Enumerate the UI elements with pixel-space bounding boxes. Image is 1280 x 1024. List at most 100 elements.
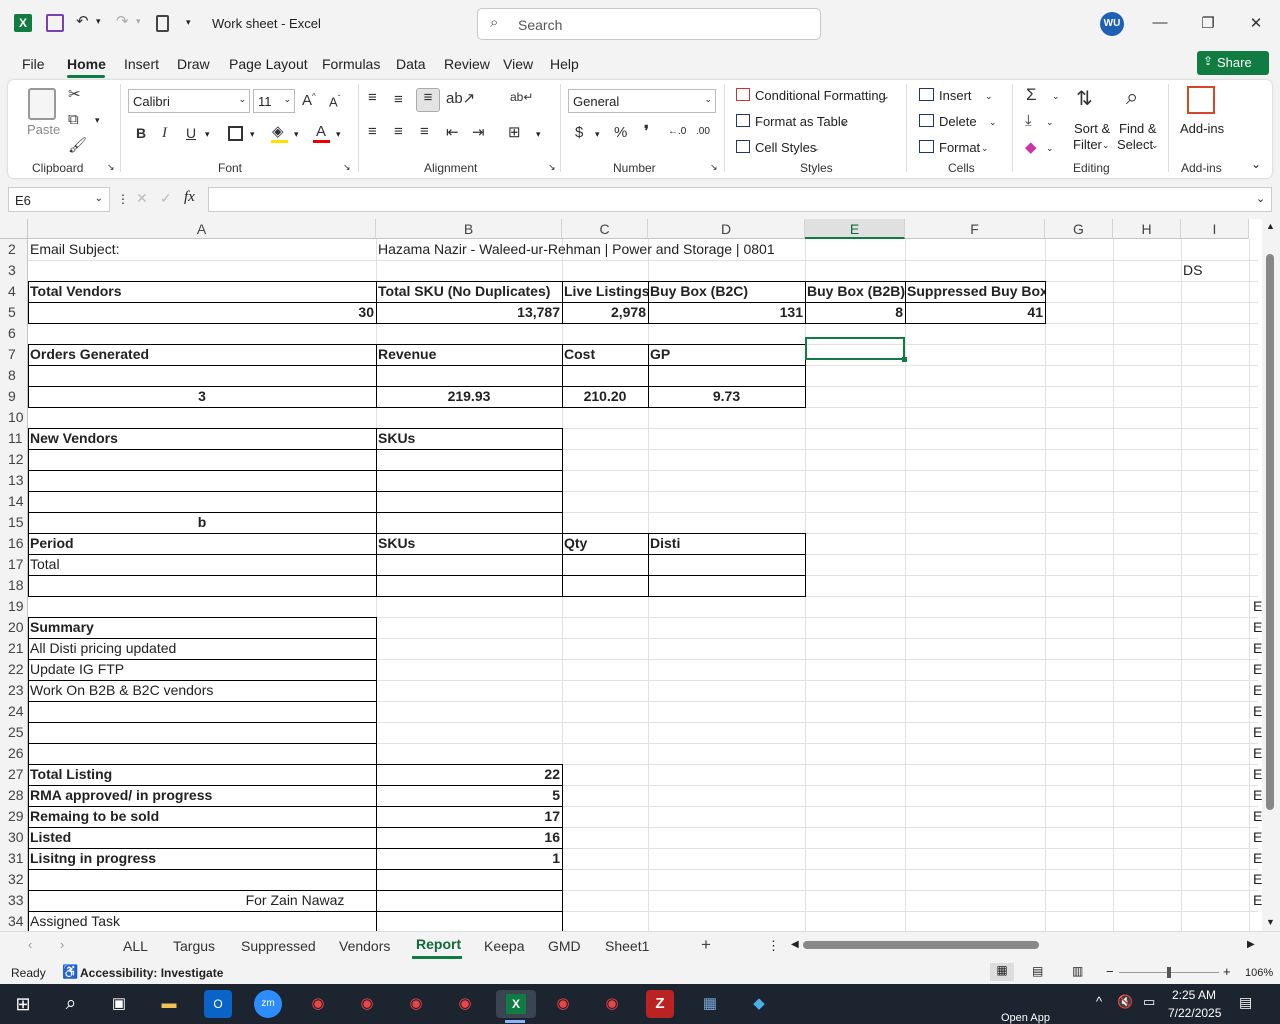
cell-C9[interactable]: 210.20: [562, 386, 648, 407]
number-format-select[interactable]: General ⌄: [568, 89, 716, 113]
row-header-11[interactable]: 11: [0, 428, 28, 449]
menu-formulas[interactable]: Formulas: [322, 56, 380, 72]
underline-icon[interactable]: U: [186, 125, 196, 141]
cell-J25-overflow[interactable]: E: [1251, 722, 1262, 743]
minimize-icon[interactable]: —: [1150, 14, 1170, 34]
orientation-icon[interactable]: ab↗: [446, 89, 475, 107]
cell-J30-overflow[interactable]: E: [1251, 827, 1262, 848]
undo-icon[interactable]: ↶: [76, 12, 89, 30]
windows-start-icon[interactable]: ⊞: [8, 990, 38, 1018]
menu-review[interactable]: Review: [444, 56, 490, 72]
row-header-30[interactable]: 30: [0, 827, 28, 848]
menu-insert[interactable]: Insert: [124, 56, 159, 72]
formula-input[interactable]: [208, 187, 1272, 212]
cell-A16[interactable]: Period: [28, 533, 376, 554]
merge-dropdown-icon[interactable]: ▾: [536, 129, 541, 140]
cell-E5[interactable]: 8: [805, 302, 905, 323]
row-header-9[interactable]: 9: [0, 386, 28, 407]
add-sheet-icon[interactable]: +: [701, 935, 711, 955]
cell-A17[interactable]: Total: [28, 554, 376, 575]
delete-cells-icon[interactable]: [919, 114, 934, 127]
cell-A22[interactable]: Update IG FTP: [28, 659, 376, 680]
column-header-A[interactable]: A: [28, 219, 376, 239]
sheet-tab-targus[interactable]: Targus: [173, 938, 215, 954]
cell-styles-button[interactable]: Cell Styles: [755, 140, 816, 155]
menu-view[interactable]: View: [503, 56, 533, 72]
cell-B4[interactable]: Total SKU (No Duplicates): [376, 281, 562, 302]
normal-view-icon[interactable]: ▦: [990, 963, 1014, 981]
column-header-I[interactable]: I: [1181, 219, 1249, 239]
cell-B16[interactable]: SKUs: [376, 533, 562, 554]
formula-bar-options-icon[interactable]: ⋮: [117, 192, 129, 206]
volume-muted-icon[interactable]: 🔇: [1117, 994, 1133, 1010]
spreadsheet-grid[interactable]: ABCDEFGHI 2 3 4 5 6 7 8 9 10 11 12 13 14 15 16 17 18 19 20…: [0, 219, 1262, 931]
cell-C16[interactable]: Qty: [562, 533, 648, 554]
cell-J20-overflow[interactable]: E: [1251, 617, 1262, 638]
cell-I3[interactable]: DS: [1181, 260, 1249, 281]
row-header-7[interactable]: 7: [0, 344, 28, 365]
cell-B7[interactable]: Revenue: [376, 344, 562, 365]
menu-help[interactable]: Help: [550, 56, 579, 72]
row-header-10[interactable]: 10: [0, 407, 28, 428]
add-ins-button[interactable]: Add-ins: [1180, 121, 1224, 136]
chrome-icon-5[interactable]: ◉: [548, 990, 578, 1018]
cell-A28[interactable]: RMA approved/ in progress: [28, 785, 376, 806]
paste-button-label[interactable]: Paste: [27, 122, 60, 137]
cell-A4[interactable]: Total Vendors: [28, 281, 376, 302]
menu-data[interactable]: Data: [396, 56, 426, 72]
scroll-left-icon[interactable]: ◀: [791, 939, 799, 950]
row-header-16[interactable]: 16: [0, 533, 28, 554]
cell-D9[interactable]: 9.73: [648, 386, 805, 407]
cell-B28[interactable]: 5: [376, 785, 562, 806]
zoom-out-icon[interactable]: −: [1106, 964, 1114, 979]
page-break-view-icon[interactable]: ▥: [1072, 964, 1083, 978]
row-header-31[interactable]: 31: [0, 848, 28, 869]
underline-dropdown-icon[interactable]: ▾: [205, 129, 210, 140]
number-launcher-icon[interactable]: ↘: [710, 162, 718, 173]
row-header-26[interactable]: 26: [0, 743, 28, 764]
sort-filter-icon[interactable]: ⇅: [1076, 86, 1093, 111]
find-select-label-line1[interactable]: Find &: [1119, 121, 1157, 136]
fill-dropdown-icon[interactable]: ⌄: [1046, 117, 1054, 128]
scroll-up-icon[interactable]: ▲: [1266, 221, 1275, 231]
borders-icon[interactable]: [228, 126, 243, 141]
sheet-tab-vendors[interactable]: Vendors: [339, 938, 390, 954]
cell-A33[interactable]: For Zain Nawaz: [28, 890, 562, 911]
expand-formula-bar-icon[interactable]: ⌄: [1256, 192, 1265, 205]
cell-C7[interactable]: Cost: [562, 344, 648, 365]
cell-A2[interactable]: Email Subject:: [28, 239, 376, 260]
delete-cells-button[interactable]: Delete: [939, 114, 977, 129]
cell-J27-overflow[interactable]: E: [1251, 764, 1262, 785]
fill-handle[interactable]: [902, 357, 907, 362]
align-center-icon[interactable]: ≡: [394, 123, 403, 140]
zoom-app-icon[interactable]: zm: [254, 990, 282, 1018]
font-color-dropdown-icon[interactable]: ▾: [336, 129, 341, 140]
selected-cell-E6[interactable]: [805, 337, 905, 360]
outlook-icon[interactable]: O: [204, 990, 232, 1018]
format-painter-icon[interactable]: 🖌: [68, 136, 87, 154]
format-as-table-button[interactable]: Format as Table: [755, 114, 848, 129]
row-header-8[interactable]: 8: [0, 365, 28, 386]
format-cells-button[interactable]: Format: [939, 140, 980, 155]
column-header-C[interactable]: C: [562, 219, 648, 239]
row-header-17[interactable]: 17: [0, 554, 28, 575]
cell-A15[interactable]: b: [28, 512, 376, 533]
column-header-H[interactable]: H: [1113, 219, 1181, 239]
insert-cells-icon[interactable]: [919, 88, 934, 101]
percent-icon[interactable]: %: [614, 124, 627, 141]
row-header-2[interactable]: 2: [0, 239, 28, 260]
row-header-22[interactable]: 22: [0, 659, 28, 680]
row-header-5[interactable]: 5: [0, 302, 28, 323]
autosum-dropdown-icon[interactable]: ⌄: [1052, 91, 1060, 102]
bold-icon[interactable]: B: [136, 125, 146, 141]
row-header-12[interactable]: 12: [0, 449, 28, 470]
cell-B27[interactable]: 22: [376, 764, 562, 785]
name-box[interactable]: E6 ⌄: [8, 187, 110, 212]
row-header-20[interactable]: 20: [0, 617, 28, 638]
cell-B29[interactable]: 17: [376, 806, 562, 827]
cell-styles-icon[interactable]: [736, 140, 750, 153]
font-size-select[interactable]: 11 ⌄: [253, 89, 295, 113]
cut-icon[interactable]: ✂: [68, 85, 81, 103]
file-explorer-icon[interactable]: ▬: [154, 990, 184, 1018]
sort-filter-label-line1[interactable]: Sort &: [1074, 121, 1110, 136]
